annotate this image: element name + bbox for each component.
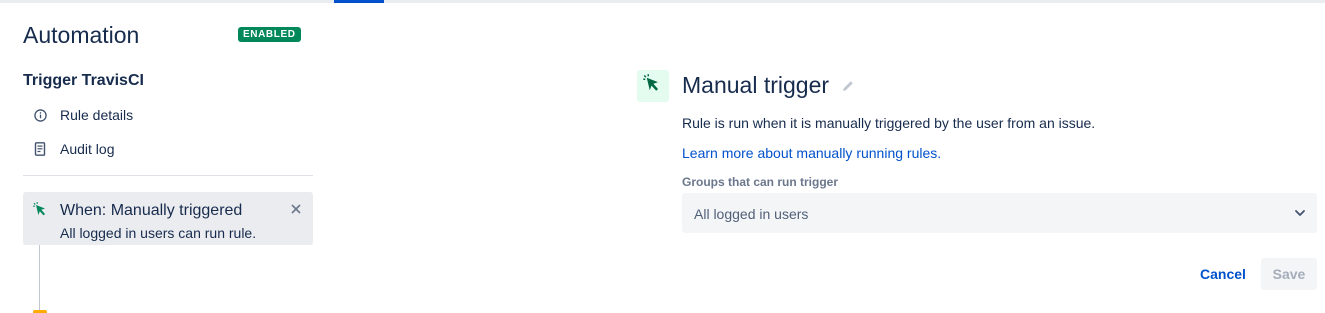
save-button[interactable]: Save	[1261, 258, 1317, 290]
detail-title: Manual trigger	[682, 72, 830, 98]
top-border	[0, 0, 1325, 3]
learn-more-link[interactable]: Learn more about manually running rules.	[682, 145, 941, 161]
groups-field-label: Groups that can run trigger	[682, 175, 839, 189]
info-icon	[33, 108, 47, 122]
divider	[23, 175, 313, 176]
sidebar-item-label: Rule details	[60, 107, 134, 123]
cursor-click-icon	[643, 73, 663, 99]
rule-name: Trigger TravisCI	[23, 72, 144, 89]
groups-select-value: All logged in users	[694, 206, 809, 222]
trigger-card-description: All logged in users can run rule.	[60, 225, 257, 241]
pencil-icon[interactable]	[841, 79, 855, 93]
trigger-card[interactable]: When: Manually triggered All logged in u…	[23, 192, 313, 245]
sidebar-item-label: Audit log	[60, 141, 115, 157]
detail-description: Rule is run when it is manually triggere…	[682, 115, 1096, 131]
groups-select[interactable]: All logged in users	[682, 193, 1317, 233]
trigger-card-title: When: Manually triggered	[60, 202, 243, 219]
trigger-icon-box	[637, 70, 669, 102]
sidebar-item-rule-details[interactable]: Rule details	[33, 107, 133, 123]
sidebar-item-audit-log[interactable]: Audit log	[33, 141, 114, 157]
document-icon	[33, 142, 47, 156]
active-tab-indicator	[334, 0, 384, 3]
status-badge: ENABLED	[238, 27, 301, 42]
cursor-click-icon	[33, 202, 49, 218]
page-title: Automation	[23, 22, 140, 48]
close-icon[interactable]	[289, 202, 303, 216]
rule-connector-line	[39, 245, 40, 313]
cancel-button[interactable]: Cancel	[1193, 259, 1253, 289]
chevron-down-icon	[1293, 206, 1307, 220]
